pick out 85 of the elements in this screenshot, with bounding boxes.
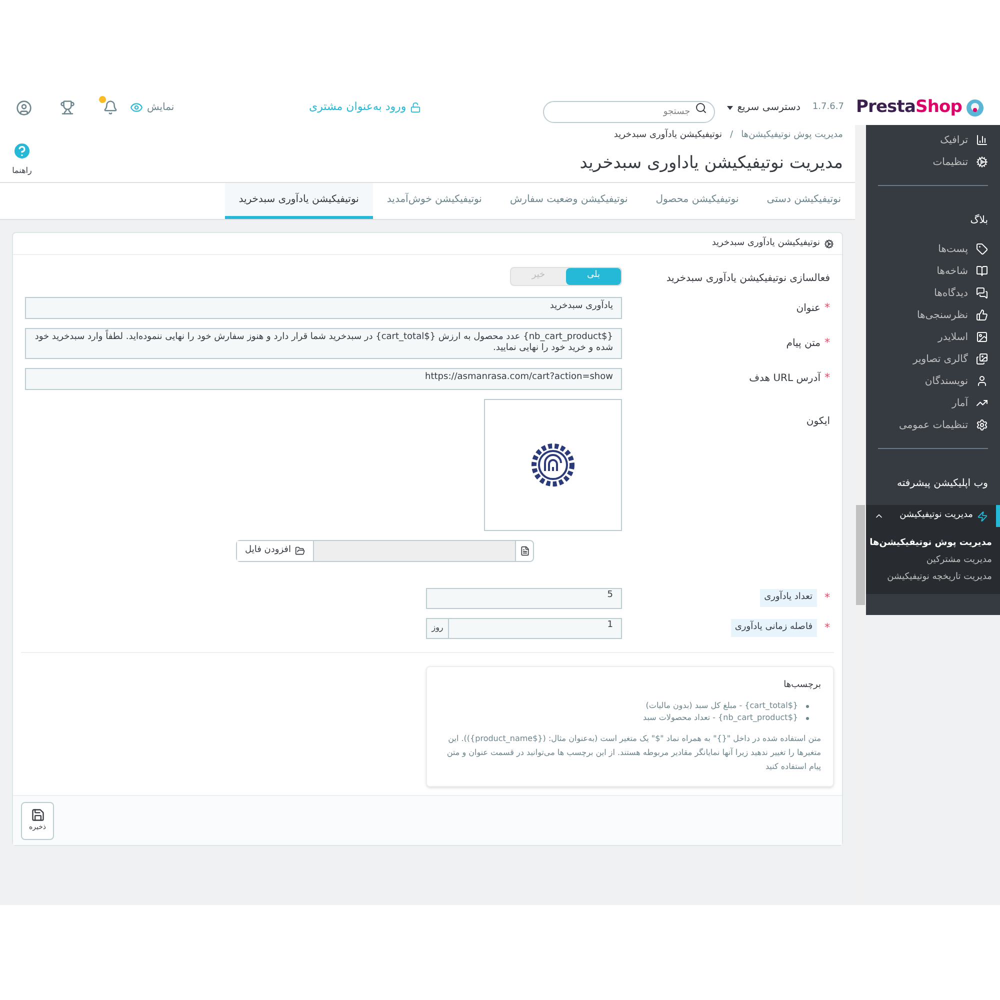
bullet-icon [806, 704, 809, 708]
version-text: 1.7.6.7 [812, 100, 844, 114]
required-mark: * [824, 590, 830, 606]
tab[interactable]: نوتیفیکیشن دستی [752, 183, 855, 219]
help-icon [12, 141, 32, 161]
submenu-item[interactable]: مدیریت تاریخچه نوتیفیکیشن [887, 570, 992, 584]
required-mark: * [824, 300, 830, 316]
settings-icon [976, 419, 988, 431]
help-button[interactable]: راهنما [12, 141, 32, 177]
sidebar-item[interactable]: تنظیمات عمومی [866, 414, 1000, 436]
text-field[interactable]: {$nb_cart_product} عدد محصول به ارزش {$cart_total} در سبدخرید شما قرار دارد و هنوز سفارش خود را نهایی ننموده‌اید. لطفاً وارد سبدخرید خود شده و خرید خود را نهایی نمایید. [25, 328, 622, 358]
unlock-icon [410, 102, 422, 113]
tag-icon [976, 243, 988, 255]
user-account-icon[interactable] [16, 100, 32, 116]
field-label: فاصله زمانی یادآوری [730, 619, 816, 637]
trophy-icon[interactable] [60, 100, 75, 115]
quick-access-dropdown[interactable]: دسترسی سریع [727, 100, 800, 115]
search-icon [695, 102, 708, 114]
caret-icon [727, 106, 734, 110]
file-icon [520, 546, 530, 556]
thumbs-up-icon [976, 309, 988, 321]
panel-title: نوتیفیکیشن یادآوری سبدخرید [712, 236, 820, 250]
sidebar-item[interactable]: گالری تصاویر [866, 348, 1000, 370]
file-input[interactable]: افزودن فایل [236, 540, 534, 562]
submenu-item[interactable]: مدیریت مشترکین [926, 554, 992, 568]
sidebar-item[interactable]: دیدگاه‌ها [866, 282, 1000, 304]
images-icon [976, 353, 988, 365]
gears-icon [976, 156, 988, 168]
eye-icon [130, 101, 143, 114]
folder-icon [294, 546, 305, 556]
bolt-icon [977, 510, 988, 522]
bullet-icon [806, 716, 809, 720]
required-mark: * [824, 370, 830, 386]
breadcrumb-separator: / [730, 129, 734, 142]
text-field[interactable]: یادآوری سبدخرید [25, 297, 622, 319]
number-field[interactable]: 5 [426, 588, 622, 608]
comments-icon [976, 287, 988, 299]
sidebar-item[interactable]: اسلایدر [866, 326, 1000, 348]
sidebar-item[interactable]: نویسندگان [866, 370, 1000, 392]
help-text: متن استفاده شده در داخل "{}" به همراه نماد "$" یک متغیر است (به‌عنوان مثال: ({$product_name})). این متغیرها را تغییر ندهید زیرا آنها نمایانگر مقادیر مربوطه هستند. از این برچسب ها می‌توانید در قسمت عنوان و متن پیام استفاده کنید [446, 733, 821, 773]
sidebar-item[interactable]: ترافیک [866, 129, 1000, 151]
save-icon [30, 808, 44, 822]
notifications-icon[interactable] [103, 100, 118, 115]
sidebar-item[interactable]: شاخه‌ها [866, 260, 1000, 282]
page-title: مدیریت نوتیفیکیشن یاداوری سبدخرید [580, 152, 843, 174]
bar-chart-icon [976, 134, 988, 146]
sidebar-item[interactable]: آمار [866, 392, 1000, 414]
field-label: متن پیام [786, 336, 820, 351]
scrollbar[interactable] [855, 125, 866, 905]
tab[interactable]: نوتیفیکیشن خوش‌آمدید [372, 183, 496, 219]
text-field[interactable]: https://asmanrasa.com/cart?action=show [25, 368, 622, 390]
sidebar-heading: بلاگ [970, 215, 988, 226]
sidebar-item[interactable]: تنظیمات [866, 151, 1000, 173]
required-mark: * [824, 335, 830, 351]
add-file-button[interactable]: افزودن فایل [237, 540, 314, 560]
user-icon [976, 375, 988, 387]
number-field[interactable]: 1 [448, 618, 622, 638]
field-label: عنوان [796, 302, 820, 316]
breadcrumb-current: نوتیفیکیشن یادآوری سبدخرید [614, 129, 722, 142]
field-label: آدرس URL هدف [749, 371, 820, 386]
help-title: برچسب‌ها [782, 678, 821, 692]
sidebar-heading: وب اپلیکیشن پیشرفته [897, 478, 988, 489]
tab[interactable]: نوتیفیکیشن یادآوری سبدخرید [224, 183, 373, 219]
sidebar-item[interactable]: پست‌ها [866, 238, 1000, 260]
gears-icon [824, 238, 834, 248]
help-bullet: {$nb_cart_product} - تعداد محصولات سبد [643, 712, 798, 724]
switch-label: فعالسازی نوتیفیکیشن یادآوری سبدخرید [666, 273, 830, 284]
tab[interactable]: نوتیفیکیشن محصول [642, 183, 753, 219]
required-mark: * [824, 620, 830, 636]
breadcrumb-link[interactable]: مدیریت پوش نوتیفیکیشن‌ها [741, 129, 843, 142]
help-bullet: {$cart_total} - مبلغ کل سبد (بدون مالیات) [646, 700, 798, 712]
trend-chart-icon [976, 397, 988, 409]
book-icon [976, 265, 988, 277]
logo-icon [966, 98, 984, 116]
submenu-item[interactable]: مدیریت پوش نوتیفیکیشن‌ها [870, 536, 992, 550]
image-icon [976, 331, 988, 343]
tab[interactable]: نوتیفیکیشن وضعیت سفارش [496, 183, 642, 219]
field-label: ایکون [806, 416, 830, 426]
sidebar-item[interactable]: نظرسنجی‌ها [866, 304, 1000, 326]
field-label: تعداد یادآوری [760, 589, 816, 607]
search-field[interactable]: جستجو [543, 100, 716, 122]
view-link[interactable]: نمایش [130, 100, 174, 115]
unit-addon: روز [426, 618, 448, 638]
logo-text: PrestaShop [856, 96, 962, 119]
gear-logo-icon [531, 442, 575, 486]
